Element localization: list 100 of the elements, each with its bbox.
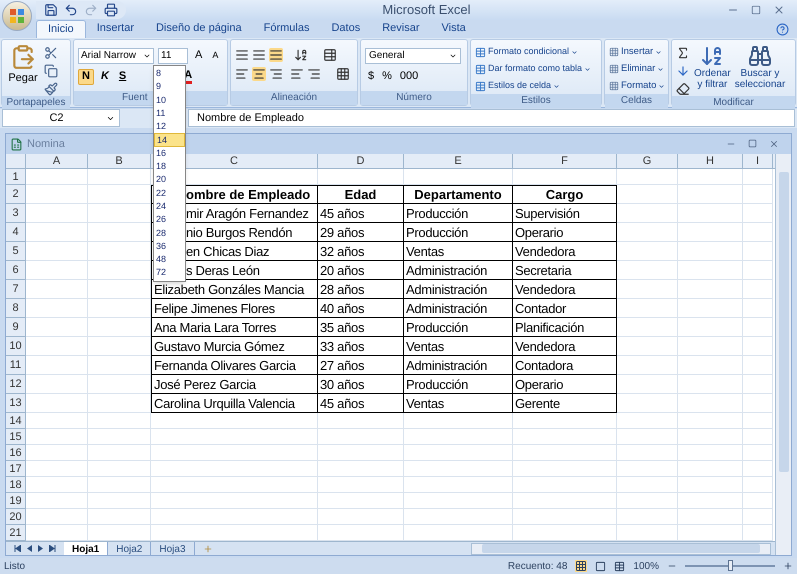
table-cell[interactable]: José Perez Garcia (151, 375, 318, 394)
grid-cell[interactable] (26, 461, 88, 478)
previous-sheet-icon[interactable] (27, 545, 32, 552)
close-icon[interactable] (769, 139, 779, 150)
table-cell[interactable]: 28 años (318, 280, 404, 300)
grid-cell[interactable] (617, 169, 678, 186)
close-icon[interactable] (773, 4, 785, 16)
grid-cell[interactable] (404, 445, 513, 462)
grid-cell[interactable] (743, 445, 773, 462)
grid-cell[interactable] (678, 204, 743, 224)
row-header[interactable]: 19 (6, 493, 26, 510)
table-cell[interactable]: Supervisión (513, 204, 617, 224)
next-sheet-icon[interactable] (38, 545, 43, 552)
row-header[interactable]: 13 (6, 394, 26, 414)
grid-cell[interactable] (743, 461, 773, 478)
cut-icon[interactable] (44, 46, 58, 60)
table-cell[interactable]: 35 años (318, 318, 404, 338)
grid-cell[interactable] (513, 169, 617, 186)
table-cell[interactable]: 33 años (318, 337, 404, 356)
grid-cell[interactable] (743, 299, 773, 318)
table-cell[interactable]: 45 años (318, 204, 404, 224)
grid-cell[interactable] (26, 280, 88, 300)
grid-cell[interactable] (743, 261, 773, 280)
styles-menu-button[interactable]: Estilos de celda (475, 78, 592, 94)
column-header[interactable]: E (404, 154, 513, 168)
table-cell[interactable]: Operario (513, 375, 617, 394)
row-header[interactable]: 4 (6, 223, 26, 242)
grid-cell[interactable] (404, 477, 513, 494)
grid-cell[interactable] (404, 493, 513, 510)
styles-menu-button[interactable]: Formato condicional (475, 44, 592, 60)
grid-cell[interactable] (26, 445, 88, 462)
row-header[interactable]: 8 (6, 299, 26, 318)
grid-cell[interactable] (26, 185, 88, 204)
grid-cell[interactable] (513, 509, 617, 526)
paste-button[interactable]: Pegar (6, 44, 40, 96)
grid-cell[interactable] (617, 242, 678, 262)
grid-cell[interactable] (617, 261, 678, 280)
grid-cell[interactable] (743, 169, 773, 186)
table-cell[interactable]: Administración (404, 299, 513, 318)
row-header[interactable]: 10 (6, 337, 26, 356)
table-cell[interactable]: Vendedora (513, 242, 617, 262)
header-cell[interactable]: Edad (318, 185, 404, 204)
grid-cell[interactable] (404, 461, 513, 478)
table-cell[interactable]: 29 años (318, 223, 404, 242)
grid-cell[interactable] (88, 261, 151, 280)
row-header[interactable]: 12 (6, 375, 26, 394)
clear-icon[interactable] (676, 82, 690, 96)
grid-cell[interactable] (88, 204, 151, 224)
grid-cell[interactable] (26, 204, 88, 224)
grid-cell[interactable] (617, 445, 678, 462)
table-cell[interactable]: Ventas (404, 242, 513, 262)
grid-cell[interactable] (678, 261, 743, 280)
grid-cell[interactable] (678, 280, 743, 300)
table-cell[interactable]: Administración (404, 261, 513, 280)
grid-cell[interactable] (26, 318, 88, 338)
grid-cell[interactable] (404, 413, 513, 430)
column-header[interactable]: H (678, 154, 743, 168)
column-header[interactable]: B (88, 154, 151, 168)
grid-cell[interactable] (88, 242, 151, 262)
maximize-icon[interactable] (748, 139, 757, 148)
table-cell[interactable]: Producción (404, 375, 513, 394)
normal-view-icon[interactable] (575, 560, 588, 572)
grid-cell[interactable] (743, 477, 773, 494)
grid-cell[interactable] (88, 445, 151, 462)
grid-cell[interactable] (678, 493, 743, 510)
cells-menu-button[interactable]: Formato (609, 78, 666, 94)
grid-cell[interactable] (26, 356, 88, 376)
row-header[interactable]: 9 (6, 318, 26, 338)
thousands-button[interactable]: 000 (396, 68, 422, 85)
grid-cell[interactable] (678, 242, 743, 262)
grid-cell[interactable] (151, 477, 318, 494)
table-cell[interactable]: 32 años (318, 242, 404, 262)
align-center-icon[interactable] (252, 66, 266, 81)
grid-cell[interactable] (617, 509, 678, 526)
grid-cell[interactable] (743, 337, 773, 356)
grid-cell[interactable] (678, 413, 743, 430)
grid-cell[interactable] (88, 223, 151, 242)
column-header[interactable]: G (617, 154, 678, 168)
grid-cell[interactable] (743, 185, 773, 204)
grid-cell[interactable] (26, 299, 88, 318)
row-header[interactable]: 3 (6, 204, 26, 224)
font-size-option[interactable]: 36 (154, 240, 185, 254)
font-size-option[interactable]: 14 (154, 133, 185, 147)
bold-button[interactable]: N (78, 68, 94, 85)
grid-cell[interactable] (26, 509, 88, 526)
grid-cell[interactable] (513, 477, 617, 494)
grid-cell[interactable] (26, 337, 88, 356)
table-cell[interactable]: 30 años (318, 375, 404, 394)
grid-cell[interactable] (743, 356, 773, 376)
first-sheet-icon[interactable] (14, 545, 21, 552)
grid-cell[interactable] (318, 461, 404, 478)
font-size-option[interactable]: 22 (154, 186, 185, 200)
grid-cell[interactable] (617, 299, 678, 318)
row-header[interactable]: 17 (6, 461, 26, 478)
row-header[interactable]: 21 (6, 525, 26, 542)
font-size-option[interactable]: 8 (154, 67, 185, 80)
grid-cell[interactable] (617, 280, 678, 300)
undo-icon[interactable] (64, 2, 78, 17)
grid-cell[interactable] (88, 299, 151, 318)
zoom-in-icon[interactable] (783, 561, 793, 572)
